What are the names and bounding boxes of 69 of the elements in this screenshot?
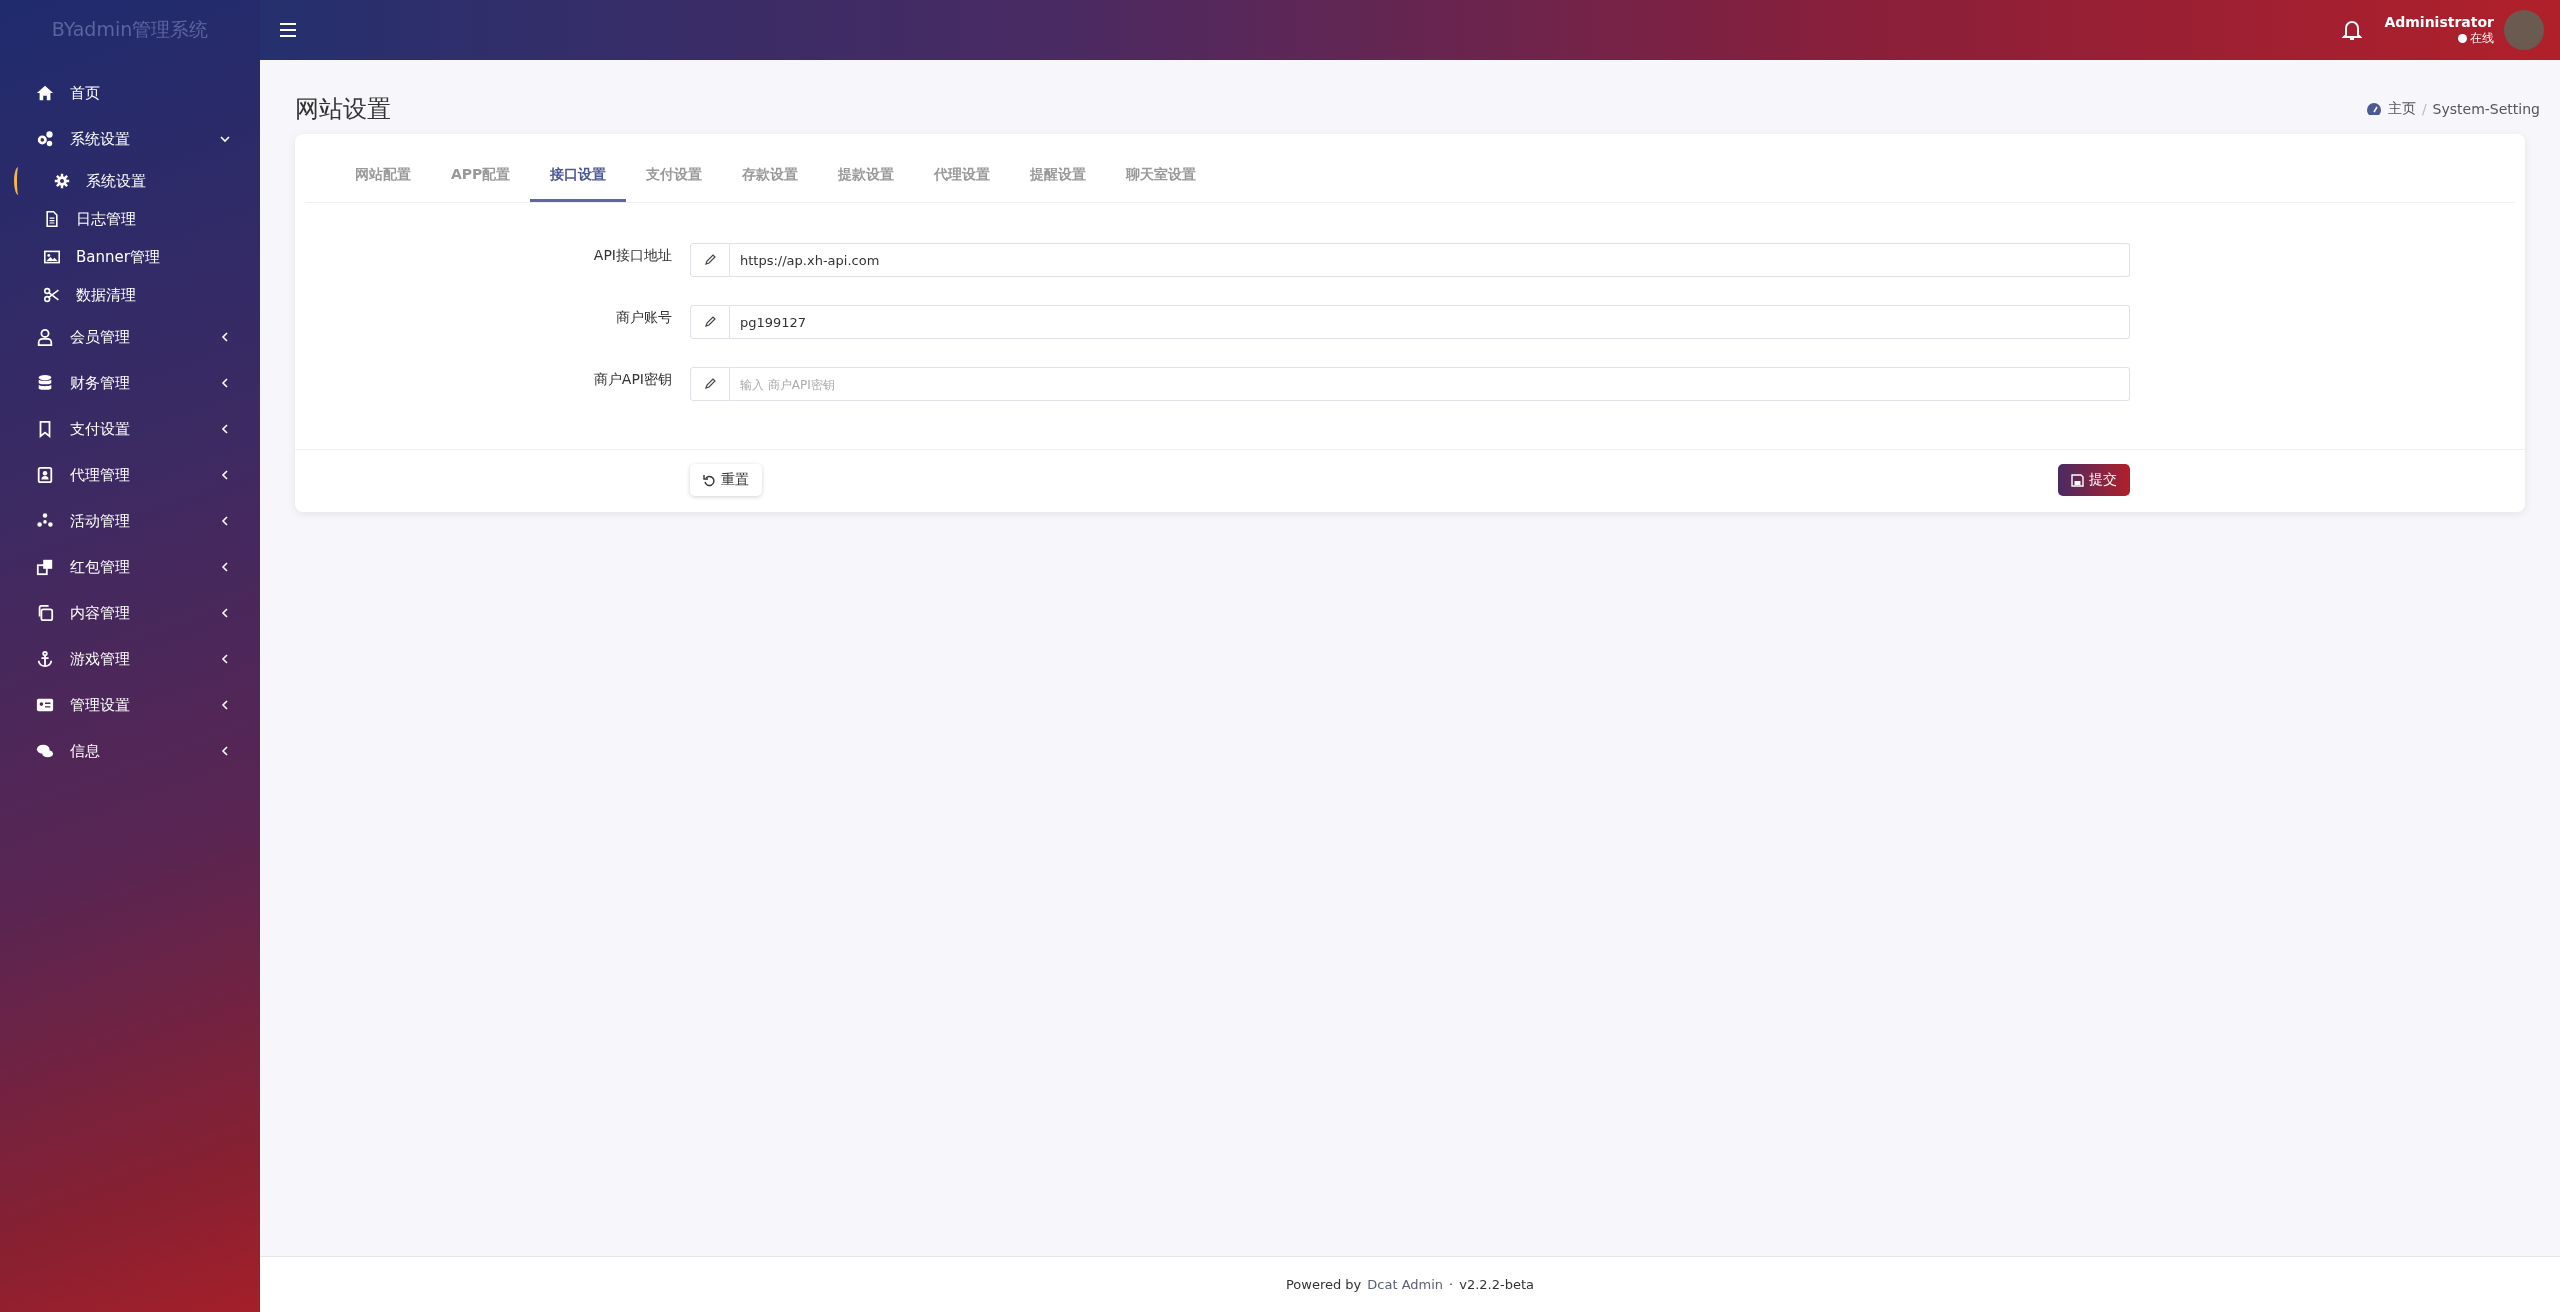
chevron-left-icon (220, 424, 230, 434)
bell-icon[interactable] (2342, 19, 2363, 41)
image-icon (44, 249, 60, 265)
copy-icon (36, 604, 54, 622)
sidebar-item[interactable]: 系统设置 (0, 116, 260, 162)
submenu-item[interactable]: 系统设置 (0, 162, 260, 200)
field-label: 商户API密钥 (592, 370, 672, 389)
tab[interactable]: 接口设置 (530, 134, 627, 202)
submit-button[interactable]: 提交 (2058, 464, 2130, 496)
chevron-left-icon (220, 608, 230, 618)
gears-icon (36, 130, 54, 148)
home-icon (36, 84, 54, 102)
pencil-icon (704, 378, 716, 390)
breadcrumb-item: System-Setting (2432, 101, 2540, 117)
submenu-item[interactable]: 数据清理 (0, 276, 260, 314)
sidebar-item[interactable]: 管理设置 (0, 682, 260, 728)
user-icon (36, 328, 54, 346)
submenu-item[interactable]: Banner管理 (0, 238, 260, 276)
chevron-left-icon (220, 746, 230, 756)
breadcrumb-separator: / (2421, 101, 2427, 117)
page-title: 网站设置 (295, 94, 391, 125)
id-card-icon (36, 696, 54, 714)
sidebar-item[interactable]: 内容管理 (0, 590, 260, 636)
gear-icon (54, 173, 70, 189)
chevron-left-icon (220, 516, 230, 526)
input-field[interactable]: pg199127 (730, 305, 2130, 339)
field-label: API接口地址 (592, 246, 672, 265)
asterisk-icon (36, 512, 54, 530)
version-text: v2.2.2-beta (1459, 1277, 1535, 1292)
sidebar-item[interactable]: 代理管理 (0, 452, 260, 498)
document-icon (44, 211, 60, 227)
chevron-left-icon (220, 378, 230, 388)
sidebar-item[interactable]: 支付设置 (0, 406, 260, 452)
footer-text: Powered by (1285, 1277, 1362, 1292)
pencil-icon (704, 316, 716, 328)
chevron-left-icon (220, 654, 230, 664)
contact-card-icon (36, 466, 54, 484)
footer-separator: · (1449, 1277, 1454, 1292)
user-name[interactable]: Administrator (2384, 13, 2494, 30)
footer-link[interactable]: Dcat Admin (1367, 1277, 1444, 1292)
chevron-left-icon (220, 700, 230, 710)
database-icon (36, 374, 54, 392)
brand-title: BYadmin管理系统 (51, 17, 209, 42)
anchor-icon (36, 650, 54, 668)
user-status: 在线 (2470, 29, 2494, 47)
submenu-item[interactable]: 日志管理 (0, 200, 260, 238)
chevron-left-icon (220, 562, 230, 572)
field-label: 商户账号 (615, 308, 672, 327)
sidebar-item[interactable]: 游戏管理 (0, 636, 260, 682)
sidebar-item[interactable]: 会员管理 (0, 314, 260, 360)
chevron-left-icon (220, 332, 230, 342)
sidebar-item[interactable]: 信息 (0, 728, 260, 774)
scissors-icon (44, 287, 60, 303)
sidebar-item[interactable]: 财务管理 (0, 360, 260, 406)
undo-icon (703, 473, 716, 487)
chat-icon (36, 742, 54, 760)
breadcrumb-item[interactable]: 主页 (2387, 100, 2416, 118)
pencil-icon (704, 254, 716, 266)
chevron-left-icon (220, 470, 230, 480)
squares-icon (36, 558, 54, 576)
chevron-down-icon (220, 134, 230, 144)
menu-icon[interactable] (280, 23, 296, 37)
reset-button[interactable]: 重置 (690, 464, 762, 496)
dashboard-icon (2365, 102, 2382, 116)
input-field[interactable]: https://ap.xh-api.com (730, 243, 2130, 277)
sidebar-item[interactable]: 首页 (0, 70, 260, 116)
sidebar-item[interactable]: 活动管理 (0, 498, 260, 544)
input-field[interactable]: 输入 商户API密钥 (730, 367, 2130, 401)
sidebar-item[interactable]: 红包管理 (0, 544, 260, 590)
